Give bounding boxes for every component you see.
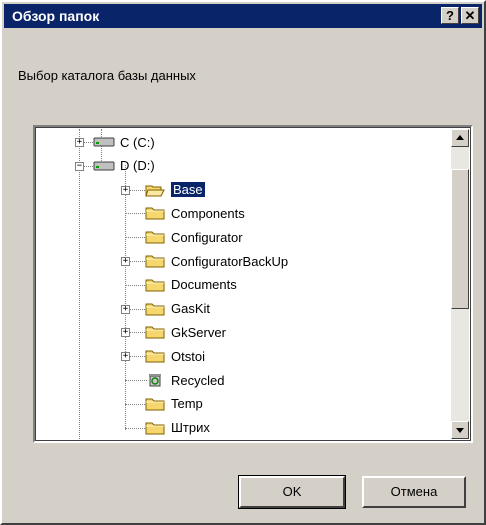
vertical-scrollbar[interactable]	[451, 129, 469, 439]
help-button[interactable]: ?	[441, 7, 459, 24]
tree-expander[interactable]: +	[75, 138, 84, 147]
tree-item-drive[interactable]: C (C:)	[93, 131, 155, 153]
tree-expander[interactable]: +	[121, 327, 130, 338]
folder-open-icon	[145, 185, 165, 197]
expander-symbol: +	[122, 351, 129, 362]
tree-expander[interactable]: +	[121, 257, 130, 266]
tree-connector	[125, 213, 147, 215]
tree-item-label: D (D:)	[120, 158, 155, 174]
tree-item-label: Components	[171, 205, 245, 221]
tree-item-folder[interactable]: Documents	[145, 274, 237, 296]
cancel-button[interactable]: Отмена	[362, 476, 466, 508]
tree-item-folder[interactable]: GasKit	[145, 298, 210, 320]
tree-item-label: Штрих	[171, 420, 210, 436]
prompt-text: Выбор каталога базы данных	[18, 68, 196, 83]
arrow-up-icon	[456, 135, 464, 140]
folder-icon	[145, 279, 165, 292]
tree-item-label: Otstoi	[171, 348, 205, 364]
tree-item-label: C (C:)	[120, 134, 155, 150]
expander-symbol: −	[76, 160, 83, 171]
tree-item-folder[interactable]: Base	[145, 179, 206, 201]
tree-item-drive[interactable]: D (D:)	[93, 155, 155, 177]
tree-item-label: Recycled	[171, 372, 225, 388]
scroll-thumb[interactable]	[451, 169, 469, 309]
folder-icon	[145, 231, 165, 244]
tree-connector	[125, 427, 147, 429]
tree-item-folder[interactable]: Штрих	[145, 417, 210, 439]
scroll-up-button[interactable]	[451, 129, 469, 147]
folder-icon	[145, 422, 165, 435]
arrow-down-icon	[456, 428, 464, 433]
dialog-title: Обзор папок	[12, 8, 100, 24]
tree-item-label: GkServer	[171, 324, 226, 340]
tree-item-label: GasKit	[171, 301, 211, 317]
tree-guide-line	[79, 129, 80, 439]
folder-icon	[145, 207, 165, 220]
tree-content: + C (C:) − D (D:) + Base Components Configurato…	[37, 129, 451, 439]
tree-connector	[125, 403, 147, 405]
recycle-bin-icon	[149, 374, 161, 387]
expander-symbol: +	[122, 184, 129, 195]
folder-icon	[145, 303, 165, 316]
folder-tree-view[interactable]: + C (C:) − D (D:) + Base Components Configurato…	[33, 125, 473, 443]
tree-connector	[125, 284, 147, 286]
tree-guide-line	[125, 165, 126, 430]
tree-expander[interactable]: −	[75, 160, 84, 171]
folder-icon	[145, 350, 165, 363]
folder-icon	[145, 398, 165, 411]
tree-item-label: Configurator	[171, 229, 243, 245]
tree-item-label: ConfiguratorBackUp	[171, 253, 289, 269]
tree-item-folder[interactable]: GkServer	[145, 321, 226, 343]
tree-expander[interactable]: +	[121, 351, 130, 362]
hard-drive-icon	[93, 137, 115, 147]
expander-symbol: +	[122, 256, 129, 266]
expander-symbol: +	[76, 137, 83, 147]
tree-item-folder[interactable]: Recycled	[145, 369, 224, 391]
tree-expander[interactable]: +	[121, 184, 130, 195]
tree-item-label: Base	[170, 181, 206, 199]
hard-drive-icon	[93, 161, 115, 171]
close-button[interactable]: ✕	[461, 7, 479, 24]
tree-item-folder[interactable]: Components	[145, 202, 245, 224]
browse-folders-dialog: Обзор папок ? ✕ Выбор каталога базы данн…	[0, 0, 486, 525]
tree-item-folder[interactable]: Otstoi	[145, 345, 205, 367]
folder-icon	[145, 255, 165, 268]
tree-item-folder[interactable]: Configurator	[145, 226, 243, 248]
ok-button[interactable]: OK	[238, 475, 346, 509]
tree-item-label: Temp	[171, 396, 203, 412]
tree-expander[interactable]: +	[121, 303, 130, 314]
tree-item-folder[interactable]: Temp	[145, 393, 203, 415]
expander-symbol: +	[122, 303, 129, 314]
tree-connector	[125, 380, 147, 381]
scroll-down-button[interactable]	[451, 421, 469, 439]
folder-icon	[145, 326, 165, 339]
tree-item-label: Documents	[171, 277, 237, 293]
tree-item-folder[interactable]: ConfiguratorBackUp	[145, 250, 288, 272]
title-bar[interactable]: Обзор папок ? ✕	[4, 4, 482, 28]
expander-symbol: +	[122, 327, 129, 338]
tree-connector	[125, 237, 147, 239]
